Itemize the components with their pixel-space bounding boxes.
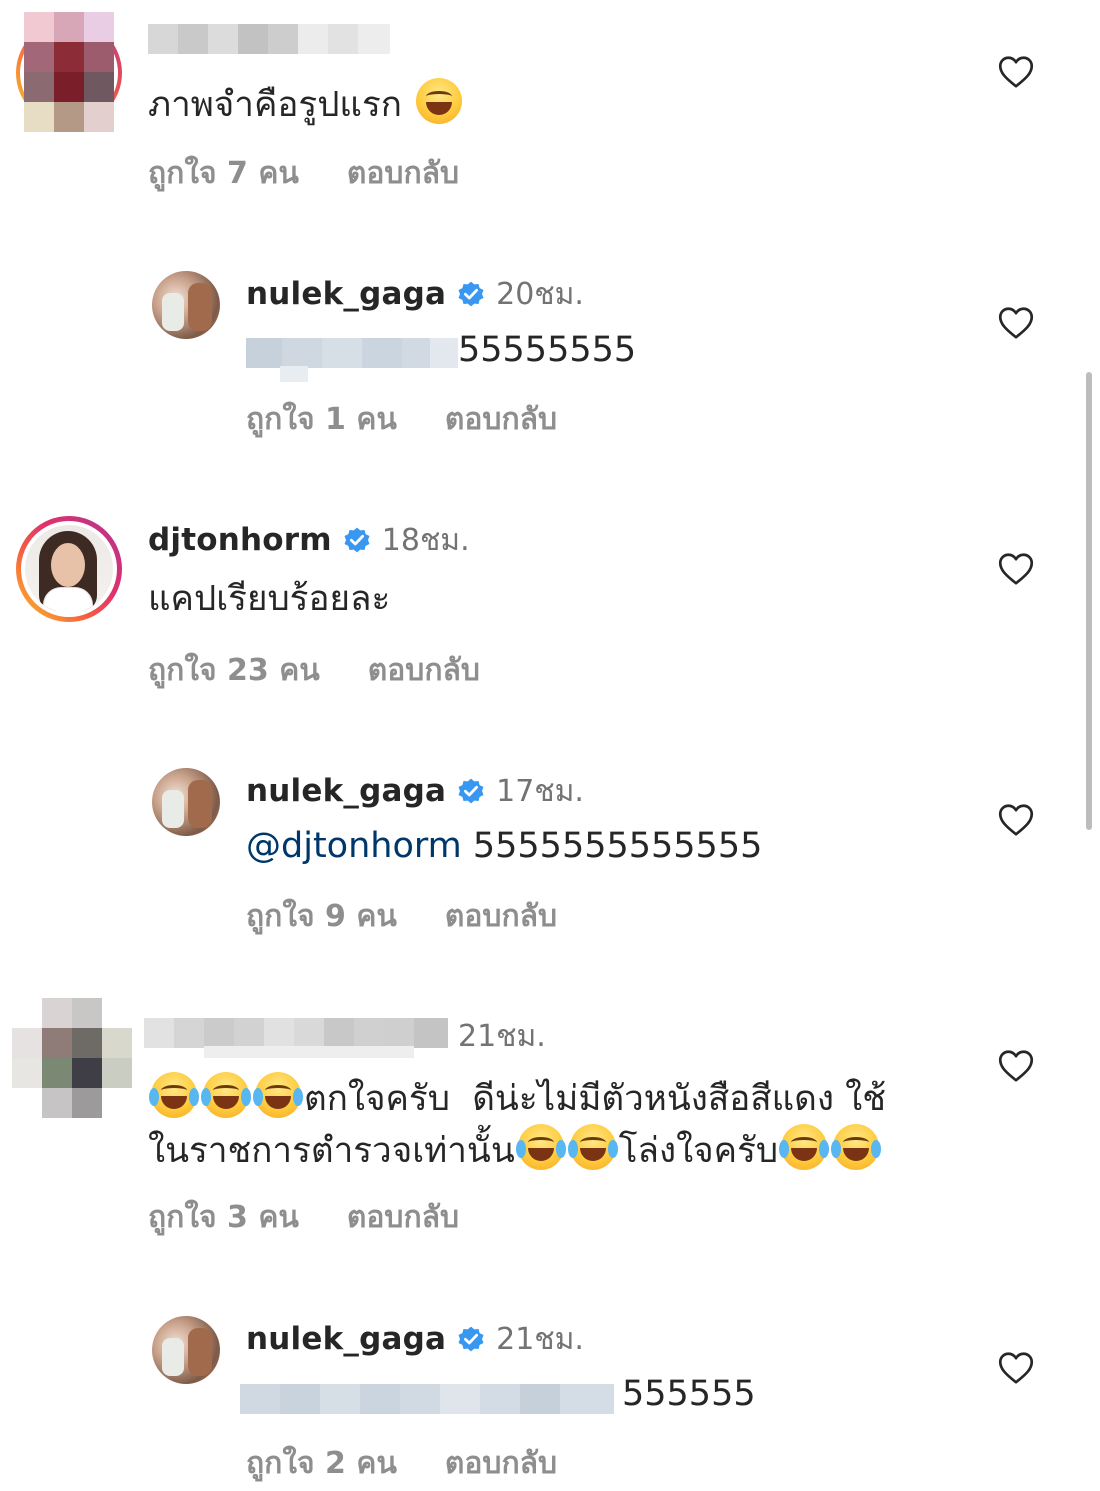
comment-text-body: 555555 — [622, 1374, 756, 1414]
face-with-tears-of-joy-icon — [515, 1124, 566, 1170]
verified-badge-icon — [458, 1326, 484, 1352]
comment-actions: ถูกใจ 1 คน ตอบกลับ — [246, 396, 557, 443]
likes-count[interactable]: ถูกใจ 3 คน — [148, 1194, 299, 1241]
comment-text-body: ภาพจำคือรูปแรก — [148, 85, 402, 125]
comment-header: nulek_gaga 20ชม. — [246, 274, 584, 314]
reply-button[interactable]: ตอบกลับ — [347, 1194, 459, 1241]
likes-count[interactable]: ถูกใจ 1 คน — [246, 396, 397, 443]
username[interactable]: djtonhorm — [148, 522, 332, 558]
comment-header: djtonhorm 18ชม. — [148, 520, 470, 560]
comment-text: ภาพจำคือรูปแรก — [148, 78, 465, 130]
heart-outline-icon[interactable] — [998, 1351, 1034, 1385]
reply-button[interactable]: ตอบกลับ — [445, 1440, 557, 1487]
verified-badge-icon — [458, 281, 484, 307]
comment-text: 55555555 — [458, 325, 636, 375]
comment-text: 555555 — [622, 1369, 756, 1419]
redacted-username — [148, 24, 390, 54]
redacted-mention — [246, 338, 458, 368]
verified-badge-icon — [458, 778, 484, 804]
redacted-avatar — [24, 12, 114, 132]
username[interactable]: nulek_gaga — [246, 276, 446, 312]
avatar[interactable] — [152, 768, 220, 836]
redacted-username — [144, 1018, 448, 1048]
comment-text: แคปเรียบร้อยละ — [148, 574, 390, 624]
comment-actions: ถูกใจ 7 คน ตอบกลับ — [148, 150, 459, 197]
face-with-tears-of-joy-icon — [779, 1124, 830, 1170]
comment-text-body: ในราชการตำรวจเท่านั้น — [148, 1131, 515, 1171]
heart-outline-icon[interactable] — [998, 552, 1034, 586]
redacted-mention — [240, 1384, 614, 1414]
comment-header: 21ชม. — [458, 1016, 546, 1056]
redacted-avatar — [12, 998, 132, 1118]
timestamp: 17ชม. — [496, 773, 584, 809]
username[interactable]: nulek_gaga — [246, 1321, 446, 1357]
likes-count[interactable]: ถูกใจ 9 คน — [246, 893, 397, 940]
redacted-mention-fragment — [280, 366, 308, 382]
timestamp: 21ชม. — [496, 1321, 584, 1357]
likes-count[interactable]: ถูกใจ 23 คน — [148, 647, 320, 694]
comment-header: nulek_gaga 21ชม. — [246, 1319, 584, 1359]
comment-actions: ถูกใจ 23 คน ตอบกลับ — [148, 647, 480, 694]
face-with-tears-of-joy-icon — [831, 1124, 882, 1170]
heart-outline-icon[interactable] — [998, 55, 1034, 89]
comment-text-body: ตกใจครับ ดีน่ะไม่มีตัวหนังสือสีแดง ใช้ — [304, 1079, 886, 1119]
reply-button[interactable]: ตอบกลับ — [445, 893, 557, 940]
reply-button[interactable]: ตอบกลับ — [347, 150, 459, 197]
comment-text: @djtonhorm 5555555555555 — [246, 821, 762, 871]
mention-link[interactable]: @djtonhorm — [246, 826, 462, 866]
avatar[interactable] — [152, 1316, 220, 1384]
comment-text-body: 55555555 — [458, 330, 637, 370]
comment-text-line-1: ตกใจครับ ดีน่ะไม่มีตัวหนังสือสีแดง ใช้ — [148, 1072, 886, 1124]
reply-button[interactable]: ตอบกลับ — [445, 396, 557, 443]
face-with-tears-of-joy-icon — [253, 1072, 303, 1118]
face-with-tears-of-joy-icon — [567, 1124, 618, 1170]
heart-outline-icon[interactable] — [998, 803, 1034, 837]
username[interactable]: nulek_gaga — [246, 773, 446, 809]
reply-button[interactable]: ตอบกลับ — [368, 647, 480, 694]
likes-count[interactable]: ถูกใจ 7 คน — [148, 150, 299, 197]
comment-text-body: แคปเรียบร้อยละ — [148, 579, 391, 619]
comment-text-body: โล่งใจครับ — [618, 1131, 779, 1171]
timestamp: 21ชม. — [458, 1018, 546, 1054]
grinning-squinting-face-icon — [416, 78, 463, 124]
heart-outline-icon[interactable] — [998, 1049, 1034, 1083]
scrollbar[interactable] — [1086, 372, 1092, 830]
comment-header: nulek_gaga 17ชม. — [246, 771, 584, 811]
comment-text-body: 5555555555555 — [472, 826, 763, 866]
comment-text-line-2: ในราชการตำรวจเท่านั้น โล่งใจครับ — [148, 1124, 882, 1176]
face-with-tears-of-joy-icon — [201, 1072, 251, 1118]
timestamp: 20ชม. — [496, 276, 584, 312]
redacted-username-fragment — [204, 1046, 414, 1058]
avatar[interactable] — [152, 271, 220, 339]
timestamp: 18ชม. — [381, 522, 470, 558]
comment-actions: ถูกใจ 3 คน ตอบกลับ — [148, 1194, 459, 1241]
avatar[interactable] — [16, 516, 122, 622]
verified-badge-icon — [344, 527, 370, 553]
comment-actions: ถูกใจ 2 คน ตอบกลับ — [246, 1440, 557, 1487]
heart-outline-icon[interactable] — [998, 306, 1034, 340]
likes-count[interactable]: ถูกใจ 2 คน — [246, 1440, 397, 1487]
comment-actions: ถูกใจ 9 คน ตอบกลับ — [246, 893, 557, 940]
face-with-tears-of-joy-icon — [149, 1072, 199, 1118]
